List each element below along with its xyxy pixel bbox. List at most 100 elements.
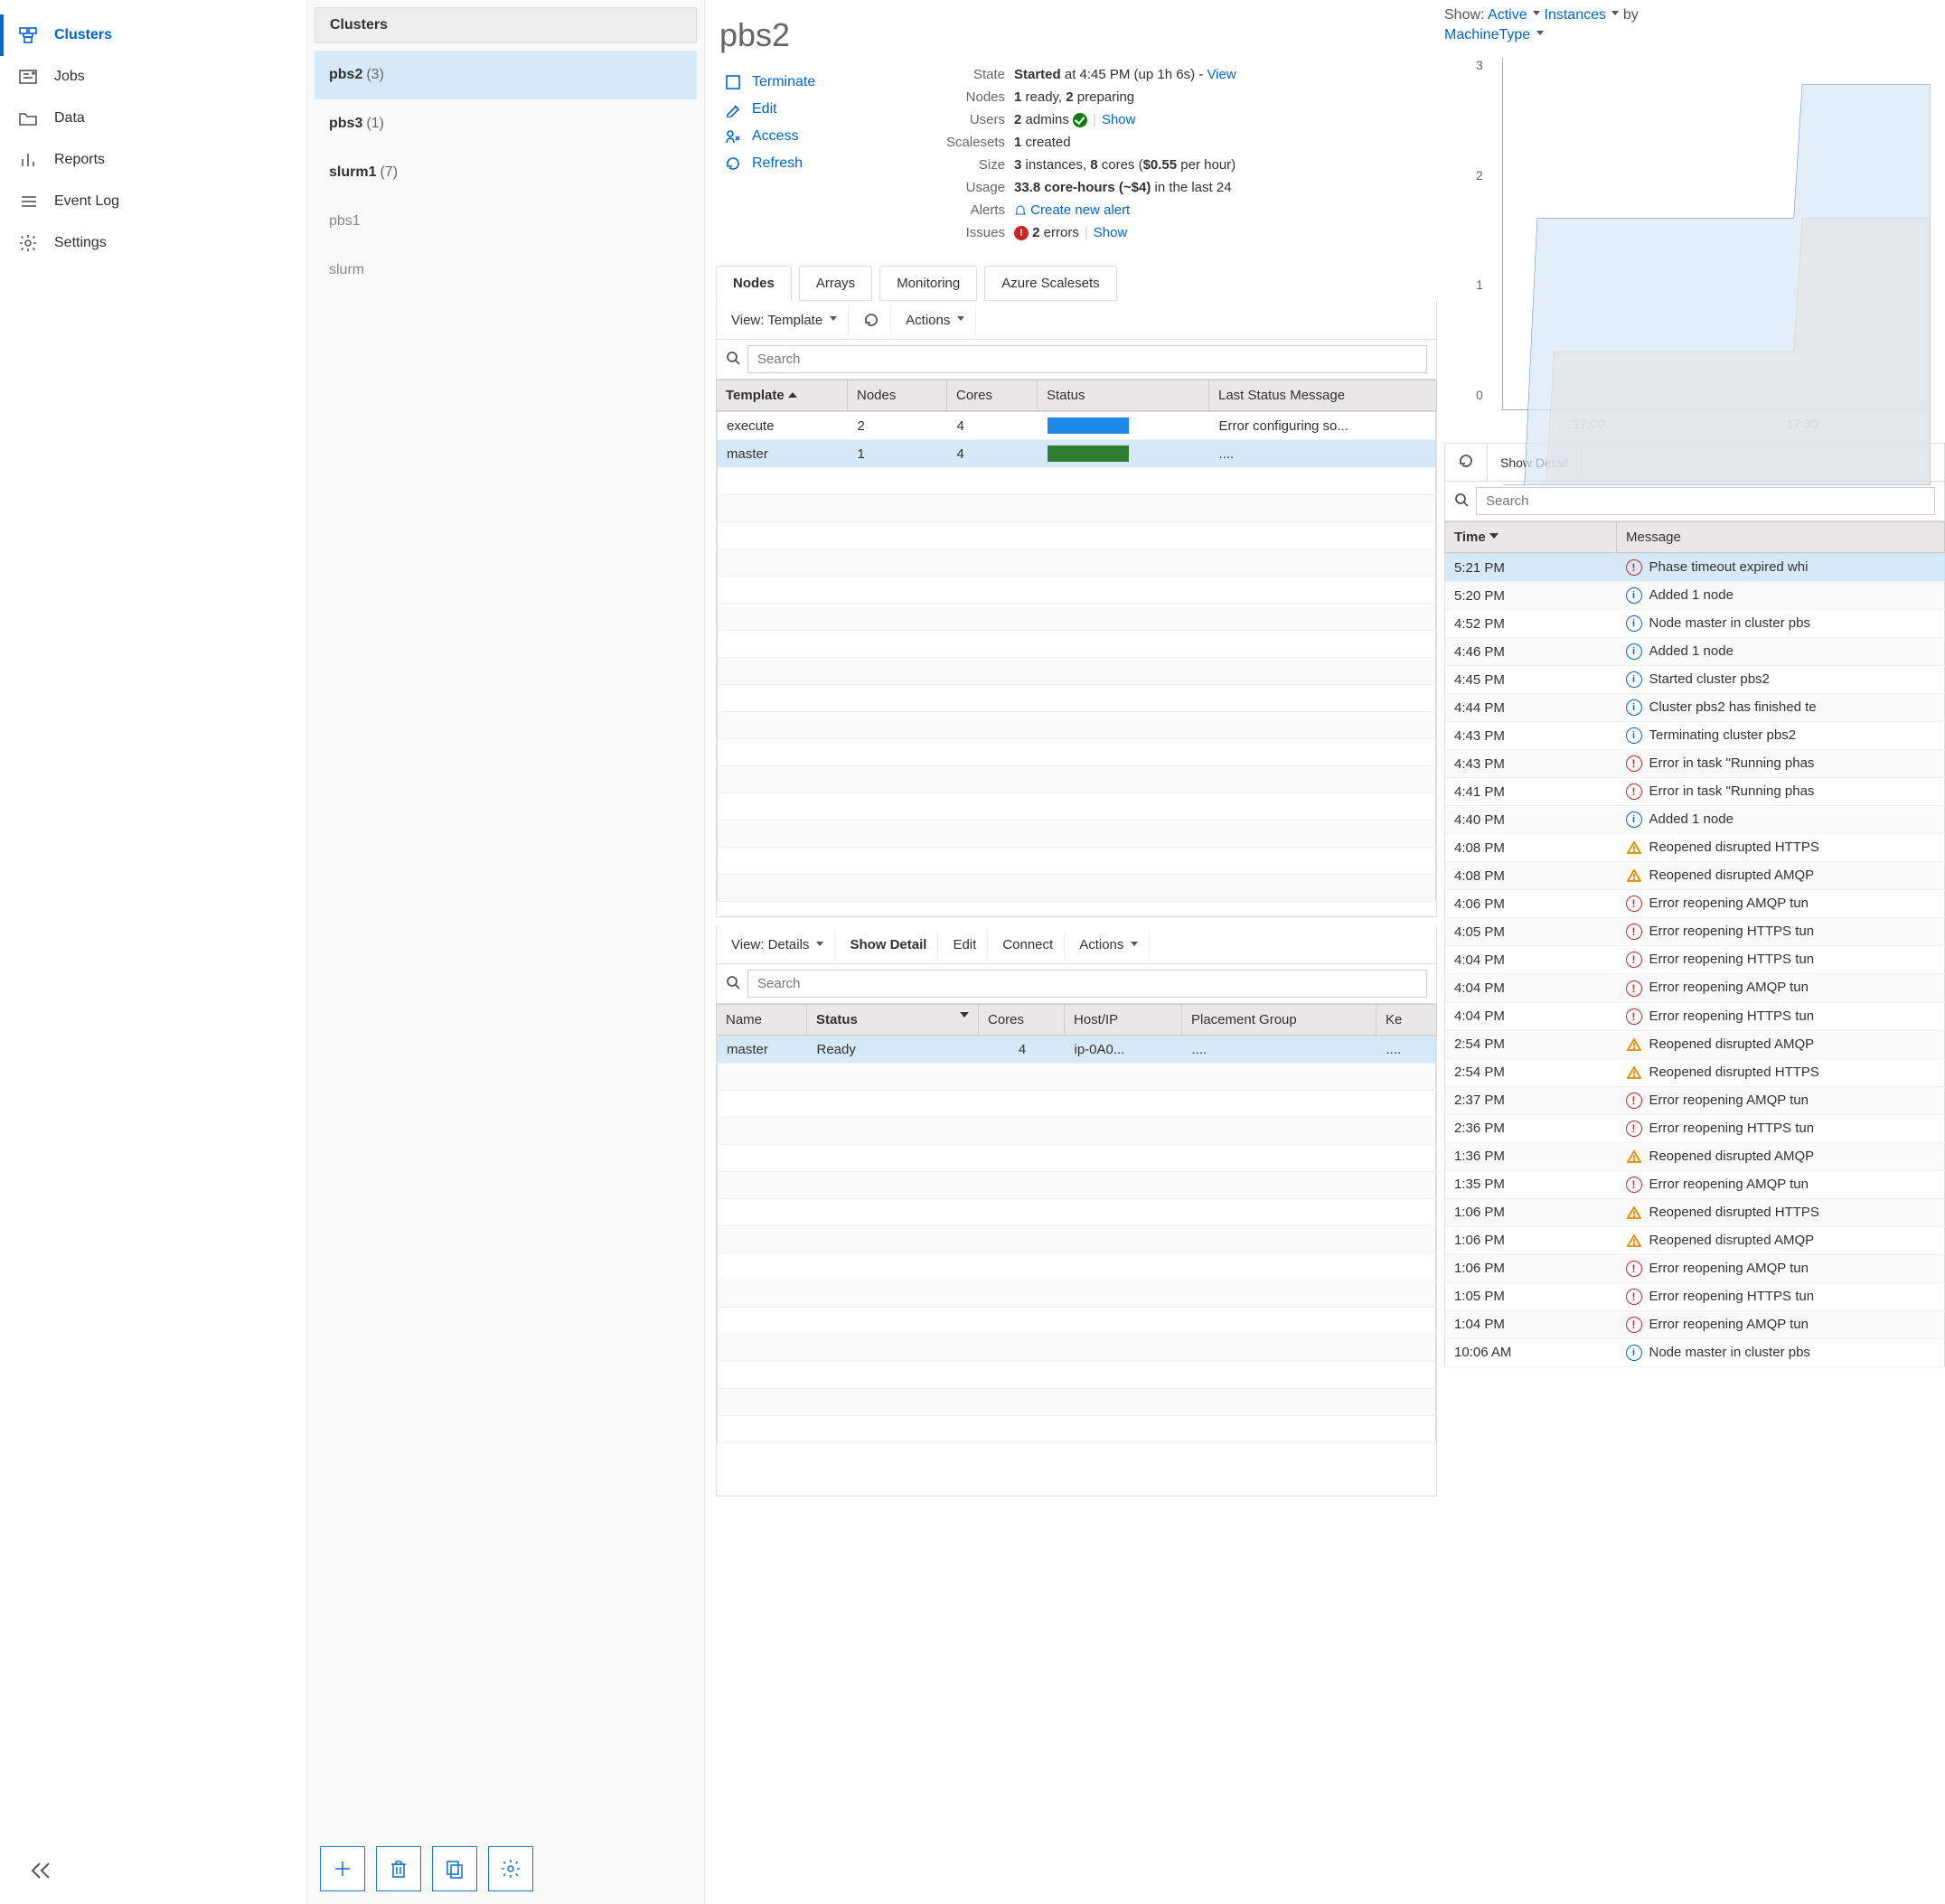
col-status[interactable]: Status <box>807 1005 979 1036</box>
col-template[interactable]: Template <box>717 380 848 411</box>
chart-icon <box>18 150 38 170</box>
event-row[interactable]: 4:04 PM!Error reopening AMQP tun <box>1445 974 1945 1002</box>
cluster-item-slurm[interactable]: slurm <box>315 246 697 295</box>
event-row[interactable]: 2:54 PMReopened disrupted HTTPS <box>1445 1058 1945 1086</box>
cluster-item-slurm1[interactable]: slurm1(7) <box>315 148 697 197</box>
nav-item-jobs[interactable]: Jobs <box>0 56 306 98</box>
event-row[interactable]: 1:36 PMReopened disrupted AMQP <box>1445 1142 1945 1170</box>
event-row[interactable]: 4:41 PM!Error in task "Running phas <box>1445 778 1945 806</box>
tab-azure-scalesets[interactable]: Azure Scalesets <box>984 266 1116 301</box>
info-icon: i <box>1626 1345 1642 1361</box>
show-issues-link[interactable]: Show <box>1094 225 1128 240</box>
event-row[interactable]: 4:45 PMiStarted cluster pbs2 <box>1445 666 1945 694</box>
event-row[interactable]: 4:05 PM!Error reopening HTTPS tun <box>1445 918 1945 946</box>
event-row[interactable]: 1:05 PM!Error reopening HTTPS tun <box>1445 1282 1945 1310</box>
delete-cluster-button[interactable] <box>376 1846 421 1891</box>
nav-item-event-log[interactable]: Event Log <box>0 181 306 222</box>
col-host/ip[interactable]: Host/IP <box>1065 1005 1182 1036</box>
col-nodes[interactable]: Nodes <box>848 380 947 411</box>
event-row[interactable]: 4:43 PM!Error in task "Running phas <box>1445 750 1945 778</box>
event-row[interactable]: 4:06 PM!Error reopening AMQP tun <box>1445 890 1945 918</box>
detail-edit-button[interactable]: Edit <box>942 930 988 960</box>
event-row[interactable]: 4:04 PM!Error reopening HTTPS tun <box>1445 1002 1945 1030</box>
event-row[interactable]: 5:21 PM!Phase timeout expired whi <box>1445 554 1945 582</box>
clusters-panel: Clusters pbs2(3)pbs3(1)slurm1(7)pbs1slur… <box>307 0 705 1904</box>
cluster-item-pbs3[interactable]: pbs3(1) <box>315 99 697 148</box>
error-icon: ! <box>1626 1261 1642 1277</box>
cluster-settings-button[interactable] <box>488 1846 533 1891</box>
instances-dropdown[interactable]: Instances <box>1545 7 1620 23</box>
tab-arrays[interactable]: Arrays <box>799 266 872 301</box>
event-row[interactable]: 4:08 PMReopened disrupted AMQP <box>1445 862 1945 890</box>
col-last-status-message[interactable]: Last Status Message <box>1209 380 1437 411</box>
events-refresh-button[interactable] <box>1445 444 1488 481</box>
col-cores[interactable]: Cores <box>947 380 1038 411</box>
edit-button[interactable]: Edit <box>716 96 924 123</box>
events-search-input[interactable] <box>1476 487 1935 515</box>
event-row[interactable]: 1:04 PM!Error reopening AMQP tun <box>1445 1310 1945 1338</box>
col-time[interactable]: Time <box>1445 522 1617 553</box>
event-row[interactable]: 4:40 PMiAdded 1 node <box>1445 806 1945 834</box>
nav-item-settings[interactable]: Settings <box>0 222 306 264</box>
event-row[interactable]: 4:46 PMiAdded 1 node <box>1445 638 1945 666</box>
table-row[interactable]: master14.... <box>718 440 1436 468</box>
add-cluster-button[interactable] <box>320 1846 365 1891</box>
view-template-dropdown[interactable]: View: Template <box>720 305 849 335</box>
info-icon: i <box>1626 727 1642 744</box>
nodes-search-input[interactable] <box>747 345 1427 373</box>
event-row[interactable]: 1:06 PMReopened disrupted HTTPS <box>1445 1198 1945 1226</box>
create-alert-link[interactable]: Create new alert <box>1030 202 1130 218</box>
cluster-item-pbs2[interactable]: pbs2(3) <box>315 51 697 99</box>
event-row[interactable]: 1:06 PM!Error reopening AMQP tun <box>1445 1254 1945 1282</box>
show-users-link[interactable]: Show <box>1102 112 1136 127</box>
connect-button[interactable]: Connect <box>991 930 1065 960</box>
table-row[interactable]: execute24Error configuring so... <box>718 412 1436 440</box>
col-placement group[interactable]: Placement Group <box>1182 1005 1377 1036</box>
event-row[interactable]: 2:36 PM!Error reopening HTTPS tun <box>1445 1114 1945 1142</box>
active-dropdown[interactable]: Active <box>1488 7 1540 23</box>
event-row[interactable]: 10:06 AMiNode master in cluster pbs <box>1445 1338 1945 1366</box>
left-nav: ClustersJobsDataReportsEvent LogSettings <box>0 0 307 1904</box>
search-icon <box>726 975 740 992</box>
error-icon: ! <box>1626 1121 1642 1137</box>
nav-item-reports[interactable]: Reports <box>0 139 306 181</box>
event-row[interactable]: 4:04 PM!Error reopening HTTPS tun <box>1445 946 1945 974</box>
event-row[interactable]: 4:52 PMiNode master in cluster pbs <box>1445 610 1945 638</box>
event-row[interactable]: 1:35 PM!Error reopening AMQP tun <box>1445 1170 1945 1198</box>
refresh-button[interactable]: Refresh <box>716 150 924 177</box>
col-ke[interactable]: Ke <box>1377 1005 1437 1036</box>
copy-cluster-button[interactable] <box>432 1846 477 1891</box>
tab-monitoring[interactable]: Monitoring <box>879 266 977 301</box>
nodes-table: NameStatusCoresHost/IPPlacement GroupKe <box>716 1004 1437 1036</box>
col-cores[interactable]: Cores <box>979 1005 1065 1036</box>
view-state-link[interactable]: View <box>1207 67 1236 82</box>
nodes-refresh-button[interactable] <box>852 305 891 335</box>
warning-icon <box>1626 1065 1642 1081</box>
cluster-item-pbs1[interactable]: pbs1 <box>315 197 697 246</box>
view-details-dropdown[interactable]: View: Details <box>720 930 835 960</box>
detail-actions-dropdown[interactable]: Actions <box>1068 930 1150 960</box>
terminate-button[interactable]: Terminate <box>716 69 924 96</box>
collapse-nav-button[interactable] <box>0 1840 83 1904</box>
warning-icon <box>1626 839 1642 856</box>
col-message[interactable]: Message <box>1617 522 1945 553</box>
event-row[interactable]: 2:54 PMReopened disrupted AMQP <box>1445 1030 1945 1058</box>
col-status[interactable]: Status <box>1038 380 1209 411</box>
info-icon: i <box>1626 699 1642 716</box>
nav-item-data[interactable]: Data <box>0 98 306 139</box>
nav-item-clusters[interactable]: Clusters <box>0 14 306 56</box>
show-detail-button[interactable]: Show Detail <box>839 930 938 960</box>
machinetype-dropdown[interactable]: MachineType <box>1444 27 1544 42</box>
nodes-actions-dropdown[interactable]: Actions <box>895 305 976 335</box>
event-row[interactable]: 2:37 PM!Error reopening AMQP tun <box>1445 1086 1945 1114</box>
event-row[interactable]: 4:44 PMiCluster pbs2 has finished te <box>1445 694 1945 722</box>
tab-nodes[interactable]: Nodes <box>716 266 792 301</box>
event-row[interactable]: 5:20 PMiAdded 1 node <box>1445 582 1945 610</box>
access-button[interactable]: Access <box>716 123 924 150</box>
event-row[interactable]: 4:08 PMReopened disrupted HTTPS <box>1445 834 1945 862</box>
col-name[interactable]: Name <box>717 1005 807 1036</box>
detail-search-input[interactable] <box>747 970 1427 998</box>
table-row[interactable]: masterReady4ip-0A0........... <box>718 1036 1436 1064</box>
event-row[interactable]: 4:43 PMiTerminating cluster pbs2 <box>1445 722 1945 750</box>
event-row[interactable]: 1:06 PMReopened disrupted AMQP <box>1445 1226 1945 1254</box>
